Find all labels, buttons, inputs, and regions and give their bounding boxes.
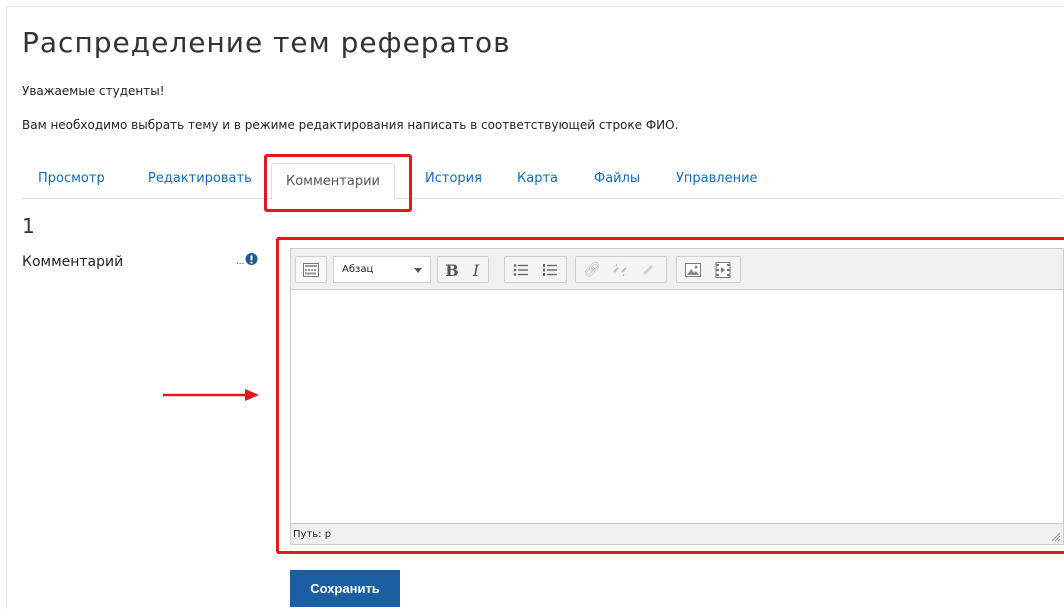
tab-manage[interactable]: Управление (676, 171, 758, 186)
tab-files[interactable]: Файлы (594, 171, 640, 186)
highlight-box-tab (264, 154, 412, 212)
label-dots: ... (236, 256, 245, 267)
tab-history[interactable]: История (425, 171, 482, 186)
tab-map[interactable]: Карта (517, 171, 558, 186)
red-arrow-annotation (163, 389, 259, 401)
comment-label: Комментарий (22, 254, 124, 270)
exclamation-circle-icon (245, 253, 258, 265)
page-title: Распределение тем рефератов (22, 26, 511, 59)
tab-bar: Просмотр Редактировать Комментарии Истор… (22, 163, 1062, 200)
save-button[interactable]: Сохранить (290, 570, 400, 607)
intro-greeting: Уважаемые студенты! (22, 84, 165, 98)
highlight-box-editor (276, 237, 1064, 554)
entry-number: 1 (22, 214, 35, 238)
intro-text: Вам необходимо выбрать тему и в режиме р… (22, 118, 679, 132)
tab-edit[interactable]: Редактировать (148, 171, 252, 186)
tab-view[interactable]: Просмотр (38, 171, 105, 186)
